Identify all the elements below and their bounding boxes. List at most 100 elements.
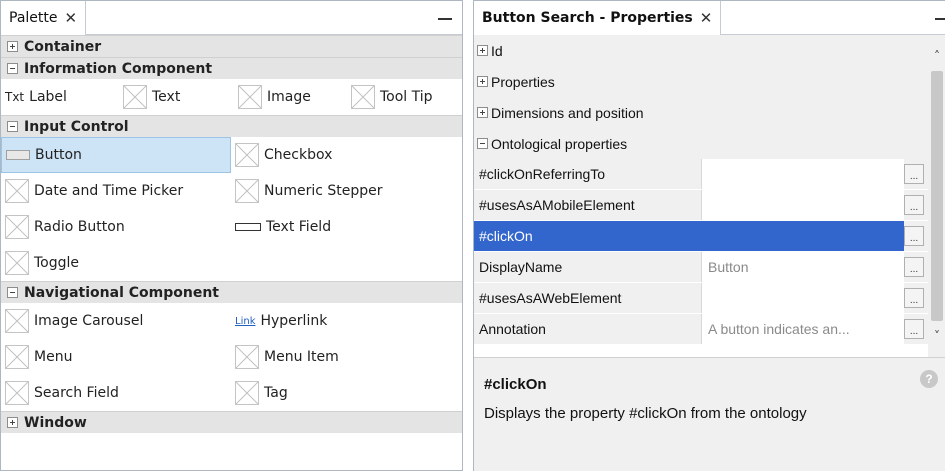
expand-icon[interactable] xyxy=(7,41,18,52)
navigation-items: Image Carousel Link Hyperlink Menu Menu … xyxy=(1,303,462,411)
palette-item-menu-item[interactable]: Menu Item xyxy=(231,339,461,375)
category-information-component[interactable]: Information Component xyxy=(1,57,462,79)
property-row[interactable]: #usesAsAWebElement ... xyxy=(474,283,928,314)
category-window[interactable]: Window xyxy=(1,411,462,433)
palette-item-tooltip[interactable]: Tool Tip xyxy=(347,79,462,115)
category-navigational-component[interactable]: Navigational Component xyxy=(1,281,462,303)
close-icon[interactable]: ✕ xyxy=(700,9,713,27)
property-row[interactable]: DisplayName Button ... xyxy=(474,252,928,283)
property-value[interactable] xyxy=(702,283,904,313)
placeholder-icon xyxy=(238,85,262,109)
palette-item-hyperlink[interactable]: Link Hyperlink xyxy=(231,303,461,339)
expand-icon[interactable] xyxy=(477,45,488,56)
scroll-thumb[interactable] xyxy=(931,71,943,321)
property-name: #clickOn xyxy=(474,221,702,251)
category-input-control[interactable]: Input Control xyxy=(1,115,462,137)
item-label: Hyperlink xyxy=(260,313,328,329)
palette-item-tag[interactable]: Tag xyxy=(231,375,461,411)
expand-icon[interactable] xyxy=(477,107,488,118)
palette-item-text-field[interactable]: Text Field xyxy=(231,209,461,245)
ellipsis-button[interactable]: ... xyxy=(904,164,924,184)
item-label: Toggle xyxy=(34,255,80,271)
palette-item-date-time-picker[interactable]: Date and Time Picker xyxy=(1,173,231,209)
item-label: Button xyxy=(35,147,82,163)
placeholder-icon xyxy=(5,215,29,239)
information-items: Txt Label Text Image Tool Tip xyxy=(1,79,462,115)
collapse-icon[interactable] xyxy=(7,287,18,298)
property-value[interactable] xyxy=(702,190,904,220)
ellipsis-button[interactable]: ... xyxy=(904,288,924,308)
palette-item-button[interactable]: Button xyxy=(1,137,231,173)
property-value[interactable] xyxy=(702,221,904,251)
ellipsis-button[interactable]: ... xyxy=(904,257,924,277)
properties-tab[interactable]: Button Search - Properties ✕ xyxy=(474,1,722,35)
item-label: Image Carousel xyxy=(34,313,144,329)
properties-tab-title: Button Search - Properties xyxy=(482,10,693,26)
placeholder-icon xyxy=(5,251,29,275)
help-icon[interactable]: ? xyxy=(920,370,938,388)
property-row-selected[interactable]: #clickOn ... xyxy=(474,221,928,252)
ellipsis-button[interactable]: ... xyxy=(904,195,924,215)
item-label: Numeric Stepper xyxy=(264,183,383,199)
minimize-icon[interactable] xyxy=(438,10,452,24)
placeholder-icon xyxy=(5,345,29,369)
button-icon xyxy=(6,150,30,160)
group-ontological[interactable]: Ontological properties xyxy=(474,128,928,159)
description-text: Displays the property #clickOn from the … xyxy=(484,405,807,422)
collapse-icon[interactable] xyxy=(7,121,18,132)
expand-icon[interactable] xyxy=(7,417,18,428)
group-label: Id xyxy=(491,42,503,59)
item-label: Radio Button xyxy=(34,219,125,235)
item-label: Tag xyxy=(264,385,288,401)
group-id[interactable]: Id xyxy=(474,35,928,66)
category-label: Container xyxy=(24,38,102,55)
property-name: #usesAsAWebElement xyxy=(474,283,702,313)
palette-item-radio-button[interactable]: Radio Button xyxy=(1,209,231,245)
properties-view: Button Search - Properties ✕ Id Properti… xyxy=(473,0,945,471)
group-label: Properties xyxy=(491,73,555,90)
placeholder-icon xyxy=(235,345,259,369)
property-name: Annotation xyxy=(474,314,702,344)
group-properties[interactable]: Properties xyxy=(474,66,928,97)
palette-item-toggle[interactable]: Toggle xyxy=(1,245,231,281)
description-title: #clickOn xyxy=(484,376,547,393)
expand-icon[interactable] xyxy=(477,76,488,87)
palette-item-image[interactable]: Image xyxy=(234,79,347,115)
palette-item-text[interactable]: Text xyxy=(119,79,234,115)
chevron-down-icon[interactable]: ˅ xyxy=(928,327,945,345)
chevron-up-icon[interactable]: ˄ xyxy=(928,47,945,65)
property-row[interactable]: #usesAsAMobileElement ... xyxy=(474,190,928,221)
collapse-icon[interactable] xyxy=(477,138,488,149)
palette-item-numeric-stepper[interactable]: Numeric Stepper xyxy=(231,173,461,209)
property-value[interactable]: Button xyxy=(702,252,904,282)
link-icon: Link xyxy=(235,315,256,327)
property-name: #clickOnReferringTo xyxy=(474,159,702,189)
close-icon[interactable]: ✕ xyxy=(65,9,78,27)
ellipsis-button[interactable]: ... xyxy=(904,319,924,339)
placeholder-icon xyxy=(351,85,375,109)
item-label: Text Field xyxy=(266,219,332,235)
minimize-icon[interactable] xyxy=(935,10,945,24)
placeholder-icon xyxy=(5,179,29,203)
palette-item-label[interactable]: Txt Label xyxy=(1,79,119,115)
palette-item-image-carousel[interactable]: Image Carousel xyxy=(1,303,231,339)
group-dimensions[interactable]: Dimensions and position xyxy=(474,97,928,128)
placeholder-icon xyxy=(235,143,259,167)
property-value[interactable] xyxy=(702,159,904,189)
property-name: DisplayName xyxy=(474,252,702,282)
item-label: Menu Item xyxy=(264,349,339,365)
category-container[interactable]: Container xyxy=(1,35,462,57)
palette-item-checkbox[interactable]: Checkbox xyxy=(231,137,461,173)
placeholder-icon xyxy=(235,381,259,405)
vertical-scrollbar[interactable]: ˄ ˅ xyxy=(928,35,945,357)
palette-item-search-field[interactable]: Search Field xyxy=(1,375,231,411)
palette-item-menu[interactable]: Menu xyxy=(1,339,231,375)
property-row[interactable]: #clickOnReferringTo ... xyxy=(474,159,928,190)
property-row[interactable]: Annotation A button indicates an... ... xyxy=(474,314,928,345)
collapse-icon[interactable] xyxy=(7,63,18,74)
input-items: Button Checkbox Date and Time Picker Num… xyxy=(1,137,462,281)
ellipsis-button[interactable]: ... xyxy=(904,226,924,246)
palette-tab[interactable]: Palette ✕ xyxy=(1,1,87,35)
category-label: Navigational Component xyxy=(24,284,219,301)
property-value[interactable]: A button indicates an... xyxy=(702,314,904,344)
